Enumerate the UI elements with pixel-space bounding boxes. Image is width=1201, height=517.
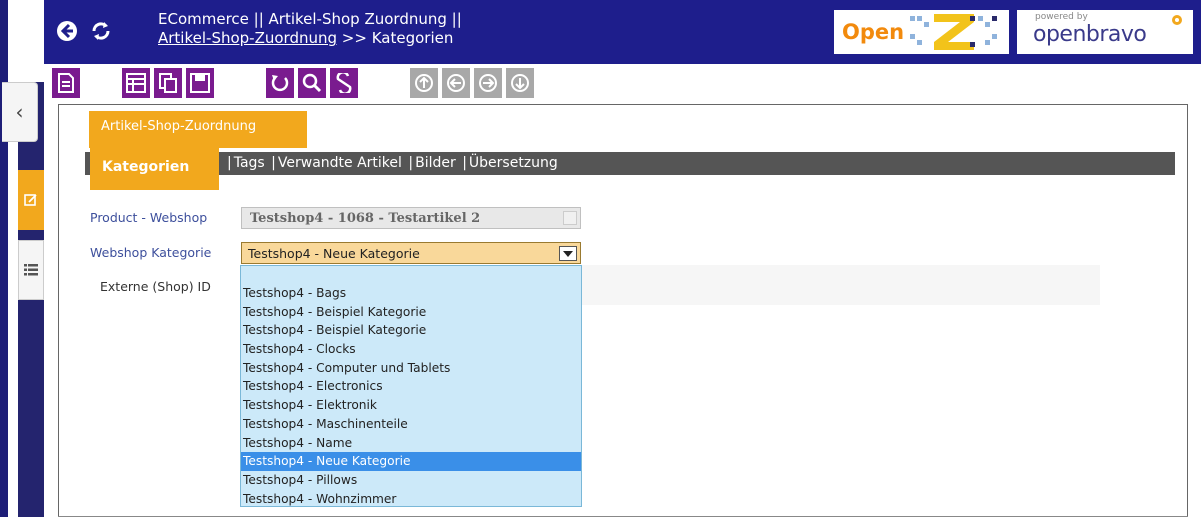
breadcrumb-current: Kategorien <box>371 29 454 47</box>
left-edge-bar <box>0 0 8 517</box>
form-background-area <box>580 265 1100 305</box>
last-record-button[interactable] <box>506 68 534 98</box>
up-arrow-icon <box>415 74 433 92</box>
externe-shop-id-label: Externe (Shop) ID <box>100 279 211 294</box>
copy-icon <box>159 73 177 93</box>
left-arrow-icon <box>447 74 465 92</box>
dropdown-option[interactable]: Testshop4 - Elektronik <box>241 396 581 415</box>
search-button[interactable] <box>298 68 326 98</box>
openbravo-logo: powered by openbravo <box>1017 10 1193 54</box>
list-view-tab[interactable] <box>18 240 44 300</box>
product-webshop-label: Product - Webshop <box>90 210 208 225</box>
breadcrumb-separator: >> <box>341 29 367 47</box>
tab-uebersetzung[interactable]: Übersetzung <box>469 155 558 171</box>
product-webshop-field: Testshop4 - 1068 - Testartikel 2 <box>241 207 581 229</box>
openz-logo: Open <box>834 10 1009 54</box>
edit-view-tab[interactable] <box>18 170 44 230</box>
right-arrow-icon <box>479 74 497 92</box>
chevron-left-icon: ‹ <box>15 100 24 124</box>
link-button[interactable] <box>330 68 358 98</box>
product-webshop-value: Testshop4 - 1068 - Testartikel 2 <box>250 211 481 226</box>
window-tab[interactable]: Artikel-Shop-Zuordnung <box>89 111 307 148</box>
title-line-1: ECommerce || Artikel-Shop Zuordnung || <box>158 10 462 28</box>
webshop-kategorie-label: Webshop Kategorie <box>90 245 212 260</box>
dropdown-option[interactable]: Testshop4 - Wohnzimmer <box>241 490 581 509</box>
collapse-sidebar-button[interactable]: ‹ <box>2 82 38 142</box>
copy-record-button[interactable] <box>154 68 182 98</box>
dropdown-option[interactable]: Testshop4 - Name <box>241 434 581 453</box>
dropdown-option-selected[interactable]: Testshop4 - Neue Kategorie <box>241 452 581 471</box>
dropdown-option[interactable]: Testshop4 - Bags <box>241 284 581 303</box>
kategorie-dropdown-list: Testshop4 - Bags Testshop4 - Beispiel Ka… <box>240 265 582 507</box>
link-icon <box>336 73 352 93</box>
dropdown-option[interactable]: Testshop4 - Beispiel Kategorie <box>241 321 581 340</box>
dropdown-option[interactable]: Testshop4 - Electronics <box>241 377 581 396</box>
undo-icon <box>271 75 289 92</box>
save-icon <box>190 73 210 93</box>
toolbar <box>44 64 1201 106</box>
webshop-kategorie-value: Testshop4 - Neue Kategorie <box>248 246 420 261</box>
previous-record-button[interactable] <box>442 68 470 98</box>
new-document-icon <box>58 73 74 93</box>
dropdown-option[interactable]: Testshop4 - Computer und Tablets <box>241 359 581 378</box>
powered-by-text: powered by <box>1035 12 1088 22</box>
openz-z-mark <box>910 14 998 50</box>
app-header: ECommerce || Artikel-Shop Zuordnung || A… <box>44 0 1201 64</box>
next-record-button[interactable] <box>474 68 502 98</box>
edit-icon <box>24 194 37 206</box>
back-button[interactable] <box>54 18 80 44</box>
refresh-button[interactable] <box>88 18 114 44</box>
list-icon <box>24 264 38 276</box>
webshop-kategorie-select[interactable]: Testshop4 - Neue Kategorie <box>241 242 581 264</box>
refresh-icon <box>92 22 110 40</box>
tab-kategorien[interactable]: Kategorien <box>90 148 219 190</box>
tab-verwandte-artikel[interactable]: Verwandte Artikel <box>278 155 402 171</box>
chevron-down-icon <box>563 211 577 225</box>
subtab-list: | Tags | Verwandte Artikel | Bilder | Überse… <box>227 155 558 171</box>
window-title: ECommerce || Artikel-Shop Zuordnung || A… <box>158 10 462 48</box>
back-circle-icon <box>57 21 77 41</box>
openbravo-mark-icon <box>1172 15 1182 25</box>
grid-view-icon <box>126 73 146 93</box>
down-arrow-icon <box>511 74 529 92</box>
dropdown-option[interactable]: Testshop4 - Clocks <box>241 340 581 359</box>
chevron-down-icon <box>563 250 573 257</box>
tab-bilder[interactable]: Bilder <box>415 155 456 171</box>
search-icon <box>302 73 322 93</box>
dropdown-option[interactable]: Testshop4 - Maschinenteile <box>241 415 581 434</box>
openz-logo-text: Open <box>842 20 905 44</box>
undo-button[interactable] <box>266 68 294 98</box>
breadcrumb-link[interactable]: Artikel-Shop-Zuordnung <box>158 29 337 47</box>
new-document-button[interactable] <box>52 68 80 98</box>
dropdown-option[interactable]: Testshop4 - Beispiel Kategorie <box>241 303 581 322</box>
first-record-button[interactable] <box>410 68 438 98</box>
dropdown-arrow-button[interactable] <box>559 246 577 261</box>
save-button[interactable] <box>186 68 214 98</box>
tab-tags[interactable]: Tags <box>234 155 265 171</box>
grid-view-button[interactable] <box>122 68 150 98</box>
dropdown-option[interactable]: Testshop4 - Pillows <box>241 471 581 490</box>
openbravo-logo-text: openbravo <box>1033 22 1147 47</box>
